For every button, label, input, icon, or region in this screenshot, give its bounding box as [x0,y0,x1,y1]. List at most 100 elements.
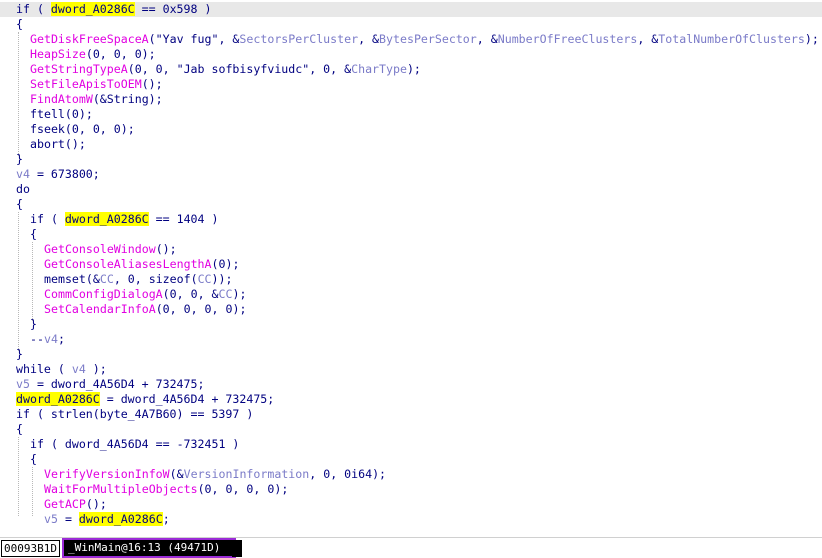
code-line[interactable]: } [0,152,23,167]
function-name[interactable]: GetConsoleWindow [44,242,156,256]
variable-name[interactable]: NumberOfFreeClusters [498,32,638,46]
code-token: if ( dword_4A56D4 == -732451 ) [30,437,240,451]
code-line[interactable]: abort(); [0,137,86,152]
code-token: (0, 0, 0, 0); [155,302,247,316]
code-line[interactable]: WaitForMultipleObjects(0, 0, 0, 0); [0,482,288,497]
code-token: == 1404 ) [148,212,219,226]
highlighted-identifier[interactable]: dword_A0286C [78,512,163,526]
code-token: , & [637,32,659,46]
code-line[interactable]: GetConsoleAliasesLengthA(0); [0,257,239,272]
code-token: (&String); [92,92,163,106]
code-line[interactable]: { [0,422,23,437]
code-token: (0); [211,257,240,271]
code-token: } [16,152,23,166]
code-token: ); [804,32,819,46]
code-line[interactable]: { [0,17,23,32]
code-line[interactable]: SetFileApisToOEM(); [0,77,163,92]
code-line[interactable]: FindAtomW(&String); [0,92,163,107]
code-token: ; [162,512,170,526]
function-name[interactable]: VerifyVersionInfoW [44,467,170,481]
variable-name[interactable]: VersionInformation [184,467,310,481]
variable-name[interactable]: BytesPerSector [379,32,477,46]
function-name[interactable]: GetACP [44,497,86,511]
function-name[interactable]: HeapSize [30,47,86,61]
code-token: (0, 0, 0); [85,47,156,61]
code-line[interactable]: GetStringTypeA(0, 0, "Jab sofbisyfviudc"… [0,62,421,77]
code-line[interactable]: SetCalendarInfoA(0, 0, 0, 0); [0,302,246,317]
code-line[interactable]: if ( dword_4A56D4 == -732451 ) [0,437,239,452]
code-token: ftell(0); [30,107,93,121]
code-line[interactable]: } [0,347,23,362]
variable-name[interactable]: CC [219,287,233,301]
code-token: abort(); [30,137,86,151]
function-name[interactable]: WaitForMultipleObjects [44,482,198,496]
code-line[interactable]: dword_A0286C = dword_4A56D4 + 732475; [0,392,274,407]
code-line[interactable]: GetConsoleWindow(); [0,242,177,257]
variable-name[interactable]: SectorsPerCluster [239,32,358,46]
code-line[interactable]: v5 = dword_4A56D4 + 732475; [0,377,204,392]
code-token: { [16,422,23,436]
function-name[interactable]: CommConfigDialogA [44,287,163,301]
variable-name[interactable]: v4 [72,362,86,376]
variable-name[interactable]: v4 [16,167,30,181]
code-line[interactable]: if ( dword_A0286C == 0x598 ) [0,2,822,17]
code-token: == 0x598 ) [134,2,212,16]
code-line[interactable]: fseek(0, 0, 0); [0,122,135,137]
code-token: ); [85,362,107,376]
variable-name[interactable]: v5 [44,512,58,526]
code-line[interactable]: { [0,197,23,212]
function-name[interactable]: GetStringTypeA [30,62,128,76]
code-line[interactable]: v4 = 673800; [0,167,100,182]
code-line[interactable]: if ( strlen(byte_4A7B60) == 5397 ) [0,407,253,422]
highlighted-identifier[interactable]: dword_A0286C [64,212,149,226]
decompiler-code-view[interactable]: if ( dword_A0286C == 0x598 ){GetDiskFree… [0,0,822,537]
code-token: { [16,17,23,31]
code-line[interactable]: memset(&CC, 0, sizeof(CC)); [0,272,233,287]
code-line[interactable]: } [0,317,37,332]
code-token: (0, 0, "Jab sofbisyfviudc", 0, & [127,62,352,76]
variable-name[interactable]: v4 [44,332,58,346]
variable-name[interactable]: CC [100,272,114,286]
function-name[interactable]: FindAtomW [30,92,93,106]
code-token: ); [406,62,421,76]
code-line[interactable]: v5 = dword_A0286C; [0,512,170,527]
code-line[interactable]: GetACP(); [0,497,107,512]
code-token: if ( [30,212,65,226]
status-bar: 00093B1D _WinMain@16:13 (49471D) [0,537,822,558]
code-token: = dword_4A56D4 + 732475; [99,392,275,406]
code-line[interactable]: { [0,452,37,467]
variable-name[interactable]: CC [198,272,212,286]
function-name[interactable]: GetDiskFreeSpaceA [30,32,149,46]
status-cursor-field [232,540,242,557]
variable-name[interactable]: TotalNumberOfClusters [658,32,805,46]
code-line[interactable]: VerifyVersionInfoW(&VersionInformation, … [0,467,386,482]
code-line[interactable]: do [0,182,30,197]
function-name[interactable]: SetCalendarInfoA [44,302,156,316]
code-line[interactable]: { [0,227,37,242]
code-token: } [16,347,23,361]
code-token: { [30,452,37,466]
code-token: , 0, 0i64); [309,467,387,481]
variable-name[interactable]: CharType [351,62,407,76]
code-line[interactable]: while ( v4 ); [0,362,107,377]
code-line[interactable]: HeapSize(0, 0, 0); [0,47,156,62]
code-line[interactable]: CommConfigDialogA(0, 0, &CC); [0,287,246,302]
code-token: (0, 0, & [162,287,219,301]
function-name[interactable]: GetConsoleAliasesLengthA [44,257,212,271]
code-line[interactable]: ftell(0); [0,107,93,122]
function-name[interactable]: SetFileApisToOEM [30,77,142,91]
code-line[interactable]: --v4; [0,332,65,347]
code-line[interactable]: if ( dword_A0286C == 1404 ) [0,212,218,227]
code-token: = 673800; [29,167,100,181]
code-line[interactable]: GetDiskFreeSpaceA("Yav fug", &SectorsPer… [0,32,819,47]
highlighted-identifier[interactable]: dword_A0286C [16,392,100,406]
highlighted-identifier[interactable]: dword_A0286C [50,2,135,16]
current-location[interactable]: _WinMain@16:13 (49471D) [62,538,236,558]
code-token: , 0, sizeof( [113,272,198,286]
code-token: (); [85,497,107,511]
current-address: 00093B1D [1,540,60,557]
code-token: (); [155,242,177,256]
variable-name[interactable]: v5 [16,377,30,391]
code-token: } [30,317,37,331]
code-token: (& [169,467,184,481]
